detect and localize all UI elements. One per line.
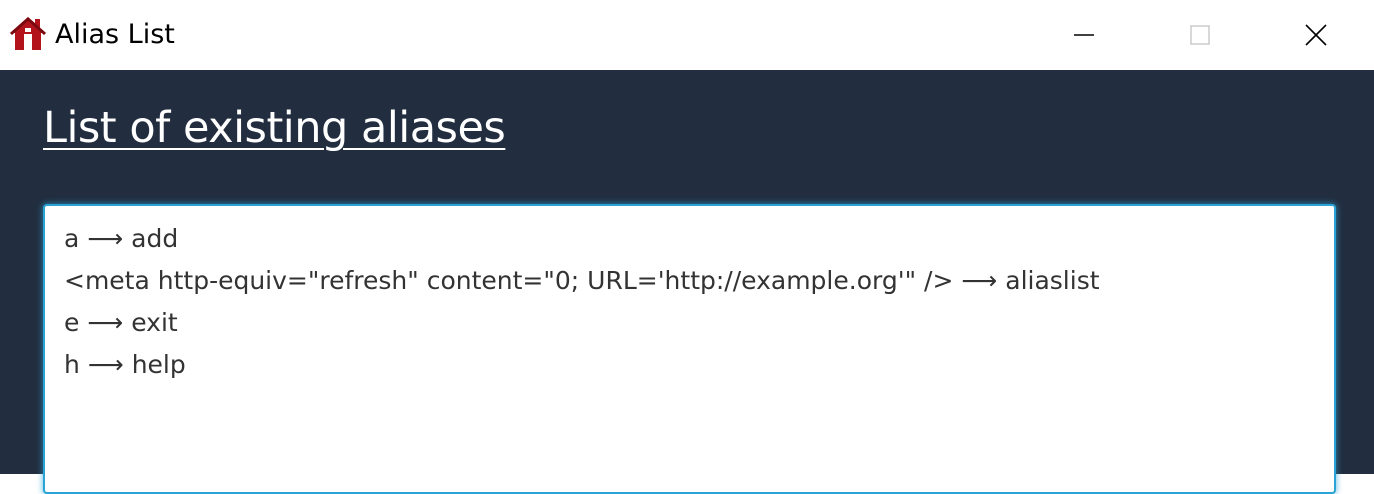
alias-list-box[interactable]: a ⟶ add <meta http-equiv="refresh" content… xyxy=(43,204,1336,494)
maximize-icon xyxy=(1190,25,1210,45)
arrow-icon: ⟶ xyxy=(961,266,998,295)
alias-row: e ⟶ exit xyxy=(64,302,1334,344)
minimize-icon xyxy=(1074,34,1094,36)
alias-command: aliaslist xyxy=(1005,266,1100,295)
main-content: List of existing aliases a ⟶ add <meta htt… xyxy=(0,70,1374,494)
alias-name: e xyxy=(64,308,80,337)
alias-row: a ⟶ add xyxy=(64,218,1334,260)
minimize-button[interactable] xyxy=(1026,0,1142,70)
alias-command: exit xyxy=(131,308,178,337)
alias-name: a xyxy=(64,224,80,253)
alias-command: add xyxy=(131,224,179,253)
close-icon xyxy=(1305,24,1327,46)
alias-command: help xyxy=(131,350,186,379)
alias-row: h ⟶ help xyxy=(64,344,1334,386)
house-icon xyxy=(10,17,46,50)
maximize-button[interactable] xyxy=(1142,0,1258,70)
window-title: Alias List xyxy=(55,19,175,50)
arrow-icon: ⟶ xyxy=(87,308,124,337)
alias-row: <meta http-equiv="refresh" content="0; U… xyxy=(64,260,1334,302)
title-bar: Alias List xyxy=(0,0,1374,70)
close-button[interactable] xyxy=(1258,0,1374,70)
arrow-icon: ⟶ xyxy=(87,224,124,253)
alias-name: <meta http-equiv="refresh" content="0; U… xyxy=(64,266,954,295)
page-heading: List of existing aliases xyxy=(43,103,506,153)
arrow-icon: ⟶ xyxy=(87,350,124,379)
alias-name: h xyxy=(64,350,80,379)
